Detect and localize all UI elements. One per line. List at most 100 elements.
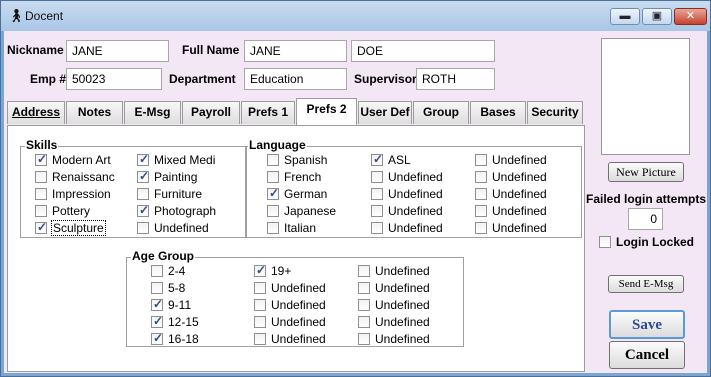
checkbox-box [137, 222, 149, 234]
failed-login-label: Failed login attempts [586, 192, 707, 206]
minimize-button[interactable]: ▬ [610, 8, 640, 25]
nickname-label: Nickname [7, 43, 64, 57]
checkbox-label: 2-4 [168, 264, 186, 278]
supervisor-field[interactable]: ROTH [416, 68, 495, 90]
title-bar[interactable]: 🚶︎ Docent ▬ ▣ ✕ [1, 1, 710, 31]
checkbox-box [475, 154, 487, 166]
checkbox-label: Pottery [52, 204, 91, 218]
skills-group: Skills Modern Art Renaissanc Impression Pot… [20, 138, 247, 238]
checkbox-label: 16-18 [168, 332, 199, 346]
checkbox-box [358, 282, 370, 294]
department-field[interactable]: Education [244, 68, 347, 90]
checkbox-label: Undefined [375, 298, 430, 312]
checkbox-box [137, 169, 149, 183]
checkbox-box [475, 171, 487, 183]
save-button[interactable]: Save [609, 310, 685, 339]
checkbox-label: German [284, 187, 328, 201]
cancel-button[interactable]: Cancel [609, 341, 685, 369]
checkbox-box [371, 222, 383, 234]
checkbox-label: Undefined [271, 332, 326, 346]
checkbox-box [267, 171, 279, 183]
checkbox-label: Undefined [388, 187, 443, 201]
emp-label: Emp # [30, 72, 67, 86]
checkbox-box [151, 297, 163, 311]
department-label: Department [169, 72, 236, 86]
checkbox-label: Undefined [388, 170, 443, 184]
checkbox-box [371, 188, 383, 200]
form-client-area: Nickname JANE Full Name JANE DOE Emp # 5… [4, 31, 707, 373]
close-icon: ✕ [685, 10, 696, 22]
checkbox-box [254, 333, 266, 345]
checkbox-label: Undefined [375, 264, 430, 278]
checkbox-box [35, 188, 47, 200]
checkbox-label: Italian [284, 221, 317, 235]
checkbox-box [151, 282, 163, 294]
checkbox-box [137, 188, 149, 200]
skills-title: Skills [25, 138, 59, 152]
tab-payroll[interactable]: Payroll [182, 101, 240, 124]
checkbox-label: Undefined [388, 204, 443, 218]
checkbox-label: Photograph [154, 204, 217, 218]
maximize-button[interactable]: ▣ [642, 8, 672, 25]
checkbox-box [475, 188, 487, 200]
last-name-field[interactable]: DOE [351, 40, 495, 62]
checkbox-box [151, 265, 163, 277]
checkbox-box [358, 333, 370, 345]
checkbox-label: Undefined [492, 187, 547, 201]
tab-strip: Address Notes E-Msg Payroll Prefs 1 Prefs 2 Us… [6, 98, 586, 126]
language-group: Language Spanish French German Japanese Ital… [245, 138, 582, 238]
checkbox-label: Undefined [375, 332, 430, 346]
tab-address[interactable]: Address [7, 101, 65, 124]
checkbox-box [358, 316, 370, 328]
minimize-icon: ▬ [619, 10, 631, 22]
tab-notes[interactable]: Notes [66, 101, 123, 124]
tab-prefs2[interactable]: Prefs 2 [296, 98, 357, 125]
checkbox-label: Undefined [492, 221, 547, 235]
close-button[interactable]: ✕ [674, 8, 707, 25]
tab-bases[interactable]: Bases [470, 101, 526, 124]
maximize-icon: ▣ [651, 10, 663, 22]
checkbox-label: Mixed Medi [154, 153, 216, 167]
checkbox-label: Renaissanc [52, 170, 115, 184]
checkbox-box [254, 263, 266, 277]
tab-group[interactable]: Group [413, 101, 469, 124]
new-picture-button[interactable]: New Picture [608, 162, 684, 182]
checkbox-box [35, 152, 47, 166]
nickname-field[interactable]: JANE [66, 40, 169, 62]
checkbox-box [267, 154, 279, 166]
checkbox-label: Impression [52, 187, 111, 201]
failed-login-count: 0 [628, 208, 663, 230]
tab-userdef[interactable]: User Def [358, 101, 412, 124]
checkbox-label: Japanese [284, 204, 337, 218]
tab-security[interactable]: Security [527, 101, 583, 124]
first-name-field[interactable]: JANE [244, 40, 347, 62]
checkbox-label: Undefined [271, 281, 326, 295]
language-title: Language [248, 138, 307, 152]
checkbox-box [151, 314, 163, 328]
emp-field[interactable]: 50023 [66, 68, 162, 90]
login-locked-box [599, 236, 611, 248]
checkbox-label: 19+ [271, 264, 292, 278]
tab-prefs1[interactable]: Prefs 1 [241, 101, 295, 124]
checkbox-label: French [284, 170, 322, 184]
checkbox-label: Undefined [154, 221, 209, 235]
checkbox-box [371, 171, 383, 183]
checkbox-box [267, 205, 279, 217]
checkbox-box [475, 205, 487, 217]
tab-emsg[interactable]: E-Msg [124, 101, 181, 124]
supervisor-label: Supervisor [354, 72, 417, 86]
checkbox-label: Sculpture [51, 220, 106, 236]
login-locked-label: Login Locked [616, 235, 694, 249]
checkbox-label: 12-15 [168, 315, 199, 329]
docent-window: 🚶︎ Docent ▬ ▣ ✕ Nickname JANE Full Name … [0, 0, 711, 377]
checkbox-box [254, 299, 266, 311]
checkbox-box [254, 282, 266, 294]
age-group-title: Age Group [131, 249, 195, 263]
checkbox-box [151, 331, 163, 345]
checkbox-label: Undefined [271, 298, 326, 312]
checkbox-box [358, 265, 370, 277]
picture-box[interactable] [601, 38, 690, 155]
checkbox-label: Undefined [492, 204, 547, 218]
checkbox-label: Undefined [388, 221, 443, 235]
send-emsg-button[interactable]: Send E-Msg [608, 275, 684, 293]
